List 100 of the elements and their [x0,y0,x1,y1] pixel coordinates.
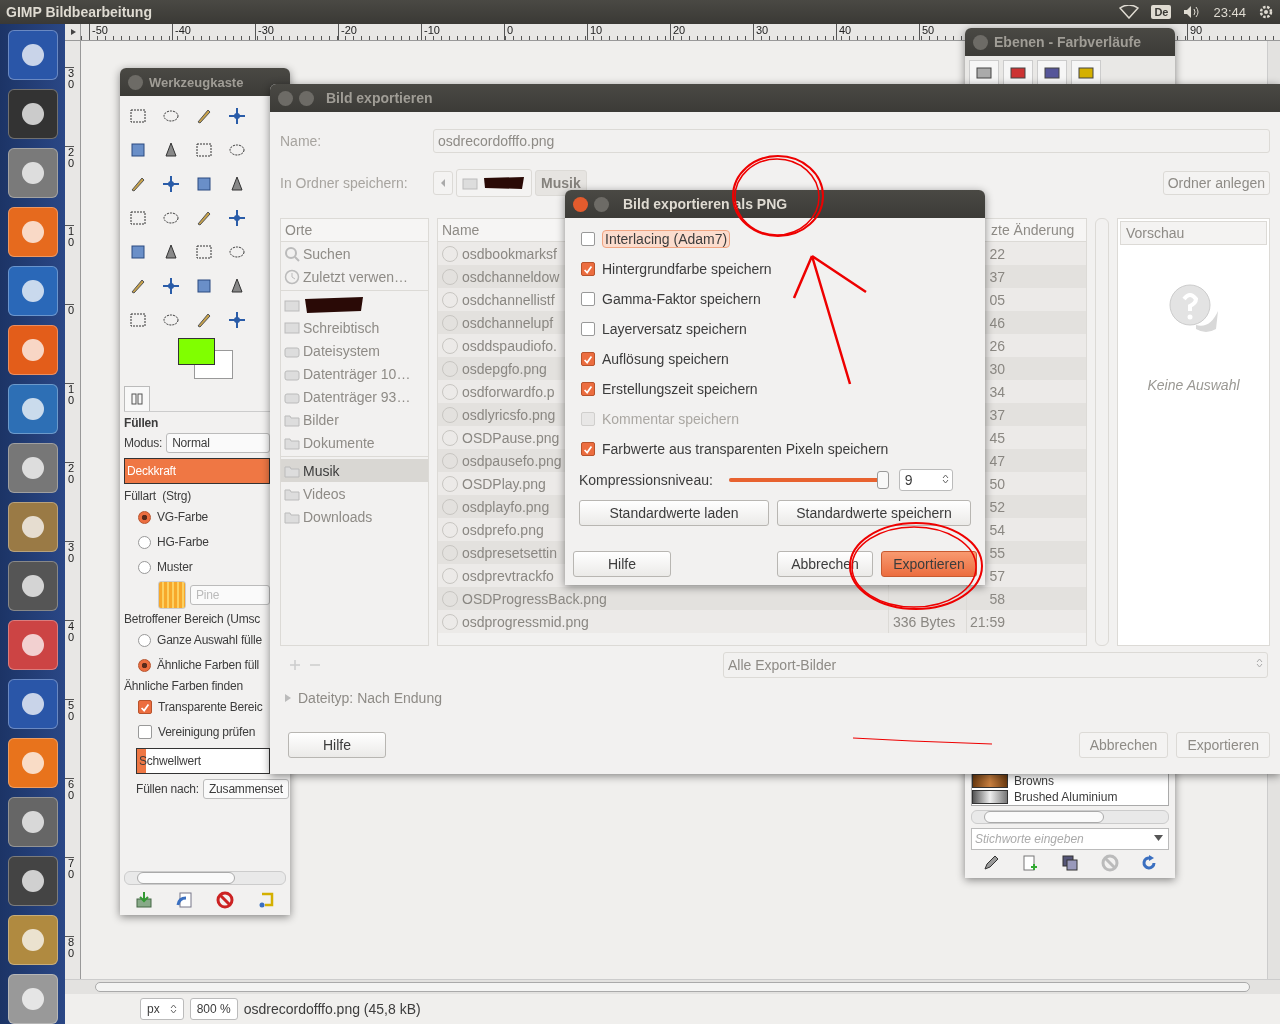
opacity-slider[interactable]: Deckkraft [124,458,270,484]
place-item[interactable]: Datenträger 93… [303,388,411,405]
file-name[interactable]: OSDPlay.png [462,475,546,492]
vertical-scrollbar[interactable] [1095,218,1109,646]
file-name[interactable]: OSDProgressBack.png [462,590,607,607]
checkbox-label[interactable]: Transparente Bereic [158,700,263,714]
path-button[interactable]: Musik [535,170,587,196]
tool-icon[interactable] [194,174,214,194]
place-item[interactable]: Downloads [303,508,373,525]
slider-thumb[interactable] [876,471,889,489]
place-item[interactable]: Dokumente [303,434,375,451]
file-name[interactable]: osdprevtrackfo [462,567,554,584]
place-item[interactable]: Suchen [303,245,351,262]
option-label[interactable]: Farbwerte aus transparenten Pixeln speichern [602,441,889,457]
launcher-icon[interactable] [7,797,58,847]
radio-label[interactable]: VG-Farbe [157,510,209,524]
horizontal-scrollbar[interactable] [124,871,286,885]
delete-icon[interactable] [216,891,235,909]
checkbox[interactable] [138,700,152,714]
launcher-icon[interactable] [7,856,58,906]
radio-button[interactable] [138,510,151,524]
save-icon[interactable] [135,891,154,909]
place-item[interactable]: Bilder [303,411,339,428]
checkbox-label[interactable]: Vereinigung prüfen [158,725,256,739]
launcher-icon[interactable] [7,561,58,611]
file-name[interactable]: osdepgfo.png [462,360,547,377]
file-name[interactable]: osdchanneldow [462,268,560,285]
pencil-icon[interactable] [981,854,1000,872]
file-name[interactable]: OSDPause.png [462,429,560,446]
spin-arrows-icon[interactable] [169,1003,177,1015]
close-icon[interactable] [573,196,588,212]
unit-select[interactable]: px [140,998,184,1020]
file-name-field[interactable]: osdrecordofffo.png [433,129,1270,153]
color-swatches-drawing[interactable] [178,338,234,380]
tool-icon[interactable] [227,106,247,126]
checkbox[interactable] [581,382,595,396]
launcher-icon[interactable] [7,384,58,434]
launcher-icon[interactable] [7,443,58,493]
gradient-name[interactable]: Browns [1014,774,1054,788]
file-name[interactable]: osddspaudiofo. [462,337,557,354]
launcher-icon[interactable] [7,502,58,552]
launcher-icon[interactable] [7,679,58,729]
place-item[interactable]: Videos [303,485,346,502]
file-name[interactable]: osdbookmarksf [462,245,557,262]
horizontal-scrollbar[interactable] [971,810,1169,824]
checkbox[interactable] [581,442,595,456]
option-label[interactable]: Erstellungszeit speichern [602,381,758,397]
launcher-icon[interactable] [7,974,58,1024]
volume-icon[interactable] [1183,5,1202,19]
new-document-icon[interactable] [1021,854,1040,872]
file-name[interactable]: osdpresetsettin [462,544,557,561]
file-name[interactable]: osdplayfo.png [462,498,550,515]
checkbox[interactable] [581,292,595,306]
radio-label[interactable]: Ähnliche Farben füll [157,658,260,672]
pattern-swatch[interactable] [158,581,186,609]
file-name[interactable]: osdprefo.png [462,521,544,538]
checkbox[interactable] [138,725,152,739]
mode-dropdown[interactable]: Normal [166,433,270,453]
file-name[interactable]: osdpausefo.png [462,452,562,469]
dock-tab-icon[interactable] [1071,60,1101,86]
places-header[interactable]: Orte [281,219,428,242]
dock-tab-icon[interactable] [1037,60,1067,86]
launcher-icon[interactable] [7,148,58,198]
radio-button[interactable] [138,535,151,549]
horizontal-scrollbar[interactable] [65,979,1280,994]
place-item[interactable]: Datenträger 10… [303,365,411,382]
launcher-icon[interactable] [7,325,58,375]
dropdown-arrow-icon[interactable] [1154,835,1163,841]
file-name[interactable]: osdprogressmid.png [462,613,589,630]
path-button[interactable] [456,169,532,197]
tool-icon[interactable] [227,310,247,330]
wifi-icon[interactable] [1119,5,1140,19]
file-name[interactable]: osdchannelupf [462,314,554,331]
radio-button[interactable] [138,658,151,672]
radio-label[interactable]: HG-Farbe [157,535,209,549]
option-label[interactable]: Layerversatz speichern [602,321,747,337]
file-name[interactable]: osdforwardfo.p [462,383,555,400]
place-item[interactable]: Musik [303,462,340,479]
file-name[interactable]: osdchannellistf [462,291,555,308]
tool-icon[interactable] [194,276,214,296]
help-button[interactable]: Hilfe [288,732,386,758]
file-name[interactable]: osdlyricsfo.png [462,406,556,423]
tag-field[interactable]: Stichworte eingeben [971,828,1169,850]
place-item[interactable]: Zuletzt verwen… [303,268,409,285]
launcher-icon[interactable] [7,915,58,965]
keyboard-layout-indicator[interactable]: De [1151,5,1172,19]
tool-options-icon[interactable] [130,392,144,406]
checkbox[interactable] [581,322,595,336]
tool-icon[interactable] [227,208,247,228]
radio-label[interactable]: Muster [157,560,193,574]
radio-button[interactable] [138,560,151,574]
duplicate-icon[interactable] [1061,854,1079,872]
cancel-button[interactable]: Abbrechen [1078,732,1169,758]
tool-icon[interactable] [128,242,148,262]
option-label[interactable]: Auflösung speichern [602,351,729,367]
checkbox[interactable] [581,352,595,366]
export-button[interactable]: Exportieren [881,551,977,577]
column-header[interactable]: Name [442,222,480,238]
launcher-icon[interactable] [7,207,58,257]
option-label[interactable]: Hintergrundfarbe speichern [602,261,772,277]
